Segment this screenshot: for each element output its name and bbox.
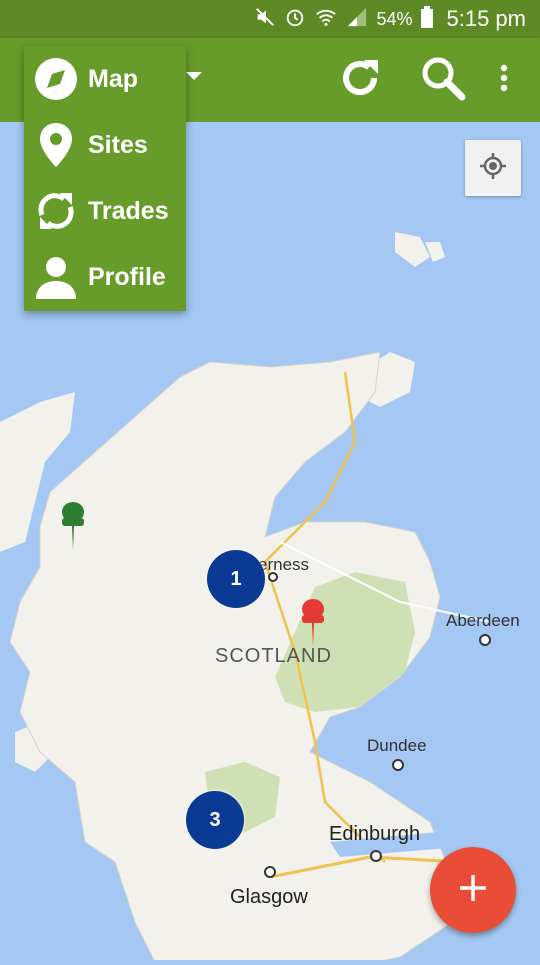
search-icon bbox=[418, 53, 468, 108]
menu-item-trades[interactable]: Trades bbox=[24, 178, 186, 244]
city-marker-edinburgh bbox=[370, 850, 382, 862]
refresh-icon bbox=[334, 52, 386, 109]
battery-icon bbox=[420, 5, 433, 33]
place-label-aberdeen: Aberdeen bbox=[446, 611, 520, 630]
menu-item-profile[interactable]: Profile bbox=[24, 244, 186, 310]
sync-icon bbox=[24, 189, 88, 233]
battery-percent: 54% bbox=[376, 8, 413, 29]
menu-item-label: Trades bbox=[88, 196, 169, 225]
menu-item-label: Sites bbox=[88, 130, 148, 159]
navigation-menu: Map Sites Trades Profile bbox=[24, 46, 186, 311]
overflow-menu-button[interactable] bbox=[476, 52, 532, 108]
city-marker-glasgow bbox=[264, 866, 276, 878]
city-marker-inverness bbox=[268, 572, 278, 582]
alarm-icon bbox=[284, 6, 306, 33]
compass-icon bbox=[24, 57, 88, 101]
person-icon bbox=[24, 255, 88, 299]
more-vert-icon bbox=[499, 63, 509, 98]
status-bar: 54% 5:15 pm bbox=[0, 0, 540, 38]
place-label-glasgow: Glasgow bbox=[230, 886, 308, 908]
menu-item-map[interactable]: Map bbox=[24, 46, 186, 112]
menu-item-sites[interactable]: Sites bbox=[24, 112, 186, 178]
my-location-icon bbox=[478, 151, 508, 186]
location-pin-icon bbox=[24, 123, 88, 167]
add-button[interactable] bbox=[430, 847, 516, 933]
my-location-button[interactable] bbox=[465, 140, 521, 196]
map-cluster-marker[interactable]: 3 bbox=[186, 791, 244, 849]
mute-icon bbox=[254, 6, 276, 33]
clock: 5:15 pm bbox=[446, 6, 527, 31]
red-pushpin-marker[interactable] bbox=[296, 597, 330, 654]
search-button[interactable] bbox=[415, 52, 471, 108]
place-label-dundee: Dundee bbox=[367, 736, 427, 755]
place-label-edinburgh: Edinburgh bbox=[329, 823, 421, 845]
wifi-icon bbox=[314, 6, 338, 33]
city-marker-aberdeen bbox=[479, 634, 491, 646]
green-pushpin-marker[interactable] bbox=[56, 500, 90, 557]
chevron-down-icon[interactable] bbox=[186, 72, 202, 80]
plus-icon bbox=[457, 872, 489, 909]
city-marker-dundee bbox=[392, 759, 404, 771]
place-label-inverness: erness bbox=[258, 555, 310, 574]
menu-item-label: Profile bbox=[88, 262, 166, 291]
signal-icon bbox=[346, 6, 368, 33]
menu-item-label: Map bbox=[88, 64, 138, 93]
map-cluster-marker[interactable]: 1 bbox=[207, 550, 265, 608]
refresh-button[interactable] bbox=[332, 52, 388, 108]
